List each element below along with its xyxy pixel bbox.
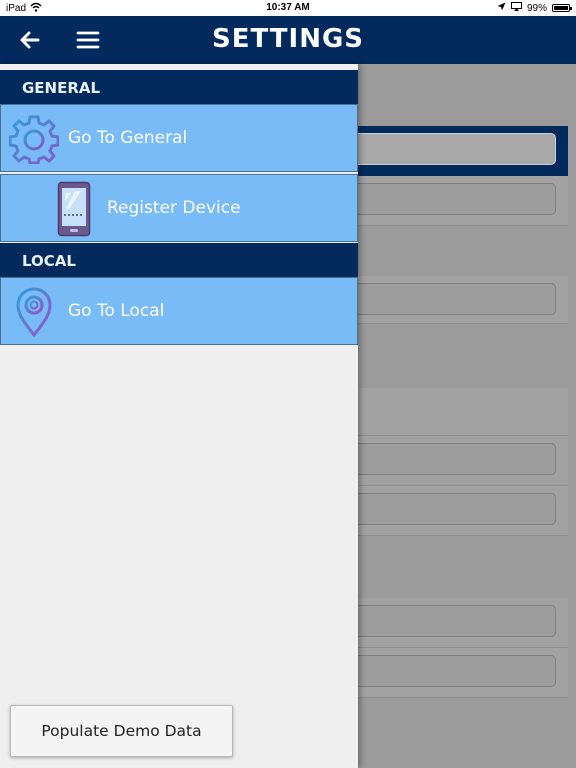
drawer-item-go-to-local[interactable]: Go To Local <box>0 277 358 345</box>
section-header-local: LOCAL <box>0 243 358 279</box>
navigation-drawer: GENERAL Go To General Register Device LO… <box>0 64 358 768</box>
drawer-item-label: Go To Local <box>68 301 165 321</box>
section-header-general: GENERAL <box>0 70 358 106</box>
location-arrow-icon <box>497 2 506 14</box>
background-input-field <box>358 443 556 475</box>
battery-fill <box>554 6 568 10</box>
drawer-item-register-device[interactable]: Register Device <box>0 174 358 242</box>
background-input-field <box>358 283 556 315</box>
battery-icon <box>552 4 572 12</box>
background-input-field <box>358 605 556 637</box>
populate-demo-data-button[interactable]: Populate Demo Data <box>10 705 233 757</box>
page-title: SETTINGS <box>211 24 365 54</box>
status-bar: iPad 10:37 AM 99% <box>0 0 576 16</box>
background-input-field <box>358 493 556 525</box>
tablet-device-icon <box>57 181 91 242</box>
location-pin-icon <box>15 286 53 343</box>
status-time: 10:37 AM <box>266 2 310 13</box>
drawer-item-go-to-general[interactable]: Go To General <box>0 104 358 172</box>
drawer-item-label: Go To General <box>68 128 188 148</box>
background-input-field <box>358 133 556 165</box>
background-input-field <box>358 183 556 215</box>
app-header: SETTINGS <box>0 16 576 64</box>
status-right: 99% <box>497 2 572 14</box>
screen-mirror-icon <box>510 2 522 14</box>
battery-percent: 99% <box>526 2 547 14</box>
gear-icon <box>8 114 60 169</box>
background-input-field <box>358 655 556 687</box>
drawer-item-label: Register Device <box>107 198 241 218</box>
background-row <box>358 388 568 436</box>
